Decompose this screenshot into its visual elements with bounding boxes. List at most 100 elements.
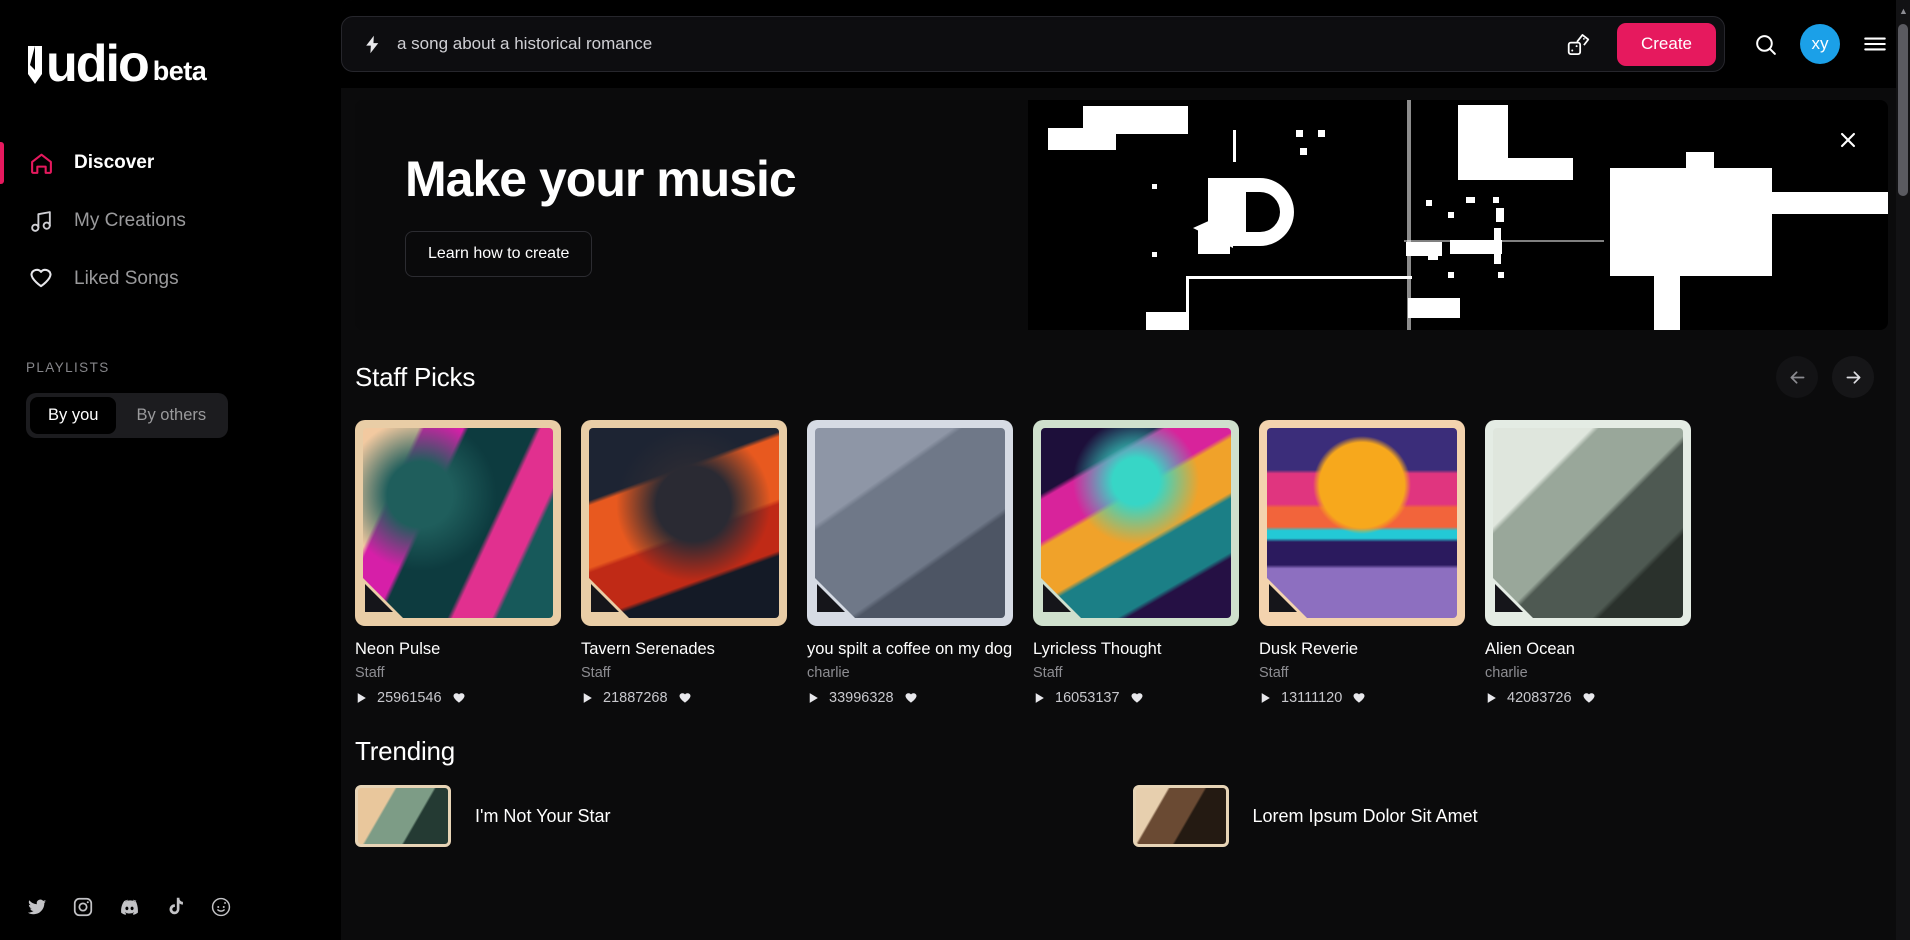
topbar: Create xy (341, 0, 1910, 88)
search-icon[interactable] (1753, 32, 1778, 57)
heart-icon[interactable] (1351, 691, 1367, 706)
trending-thumbnail (1132, 785, 1229, 847)
play-icon (807, 691, 820, 705)
learn-how-to-create-button[interactable]: Learn how to create (405, 231, 593, 278)
topbar-actions: xy (1753, 24, 1888, 64)
play-count: 42083726 (1507, 690, 1572, 706)
heart-icon[interactable] (1581, 691, 1597, 706)
heart-icon[interactable] (677, 691, 693, 706)
corner-fold-icon (815, 578, 855, 618)
avatar[interactable]: xy (1800, 24, 1840, 64)
close-icon[interactable] (1834, 126, 1862, 154)
trending-item[interactable]: Lorem Ipsum Dolor Sit Amet (1132, 785, 1910, 847)
playlists-section-label: PLAYLISTS (26, 360, 110, 375)
sidebar-item-discover[interactable]: Discover (0, 134, 341, 192)
song-author: charlie (807, 665, 850, 681)
tiktok-icon[interactable] (165, 896, 186, 917)
sidebar: udio beta Discover My Creations Liked So… (0, 0, 341, 940)
logo-beta-tag: beta (152, 56, 207, 86)
song-stats: 21887268 (581, 690, 787, 706)
album-art-frame[interactable] (1485, 420, 1691, 626)
trending-item-title: Lorem Ipsum Dolor Sit Amet (1252, 805, 1478, 826)
staff-picks-title: Staff Picks (355, 361, 476, 392)
page-title: Make your music (405, 150, 797, 207)
play-count: 25961546 (377, 690, 442, 706)
heart-icon[interactable] (903, 691, 919, 706)
playlist-filter-toggle: By you By others (26, 393, 229, 438)
song-card[interactable]: Alien Ocean charlie 42083726 (1485, 420, 1691, 706)
album-art-frame[interactable] (1259, 420, 1465, 626)
song-title: you spilt a coffee on my dog (807, 640, 1013, 658)
heart-icon[interactable] (451, 691, 467, 706)
app-root: udio beta Discover My Creations Liked So… (0, 0, 1910, 940)
trending-thumbnail (355, 785, 451, 847)
sidebar-item-my-creations[interactable]: My Creations (0, 192, 341, 250)
trending-item[interactable]: I'm Not Your Star (355, 785, 1133, 847)
playlist-filter-by-you[interactable]: By you (30, 397, 117, 434)
scrollbar-thumb[interactable] (1898, 24, 1908, 196)
app-logo[interactable]: udio beta (0, 18, 341, 90)
corner-fold-icon (1041, 578, 1081, 618)
reddit-icon[interactable] (210, 896, 232, 918)
song-card[interactable]: Lyricless Thought Staff 16053137 (1033, 420, 1239, 706)
content-scroll-area: Make your music Learn how to create Staf… (341, 88, 1910, 940)
song-author: Staff (581, 665, 611, 681)
play-icon (355, 691, 368, 705)
sidebar-item-label: Discover (74, 152, 155, 173)
page-scrollbar[interactable]: ▲ (1896, 0, 1910, 940)
album-art-frame[interactable] (581, 420, 787, 626)
heart-icon (28, 266, 54, 292)
play-count: 21887268 (603, 690, 668, 706)
prompt-bar[interactable]: Create (341, 16, 1725, 72)
play-icon (1485, 691, 1498, 705)
sidebar-item-label: My Creations (74, 210, 186, 231)
album-art-frame[interactable] (355, 420, 561, 626)
trending-grid: I'm Not Your Star Lorem Ipsum Dolor Sit … (341, 767, 1910, 847)
hamburger-menu-icon[interactable] (1862, 31, 1888, 57)
create-button[interactable]: Create (1616, 22, 1716, 66)
banner-abstract-graphic (1028, 100, 1888, 330)
song-stats: 16053137 (1033, 690, 1239, 706)
song-card[interactable]: Tavern Serenades Staff 21887268 (581, 420, 787, 706)
social-links (26, 895, 232, 918)
discord-icon[interactable] (118, 895, 141, 918)
udio-logo-mark (26, 44, 46, 88)
album-art-frame[interactable] (1033, 420, 1239, 626)
staff-picks-carousel[interactable]: Neon Pulse Staff 25961546 Tavern Serenades S… (341, 398, 1910, 706)
staff-picks-header: Staff Picks (341, 330, 1910, 398)
prompt-input[interactable] (397, 34, 1545, 54)
song-card[interactable]: you spilt a coffee on my dog charlie 33996… (807, 420, 1013, 706)
trending-item-title: I'm Not Your Star (475, 805, 611, 826)
corner-fold-icon (1493, 578, 1533, 618)
sidebar-item-liked-songs[interactable]: Liked Songs (0, 250, 341, 308)
dice-icon[interactable] (1559, 24, 1599, 64)
song-stats: 25961546 (355, 690, 561, 706)
banner-copy: Make your music Learn how to create (355, 150, 797, 278)
play-icon (1259, 691, 1272, 705)
song-stats: 42083726 (1485, 690, 1691, 706)
song-author: Staff (355, 665, 385, 681)
song-title: Lyricless Thought (1033, 640, 1162, 658)
play-icon (581, 691, 594, 705)
playlist-filter-by-others[interactable]: By others (118, 397, 224, 434)
twitter-icon[interactable] (26, 896, 48, 918)
song-stats: 13111120 (1259, 690, 1465, 706)
song-card[interactable]: Neon Pulse Staff 25961546 (355, 420, 561, 706)
play-count: 16053137 (1055, 690, 1120, 706)
album-art-frame[interactable] (807, 420, 1013, 626)
scroll-up-arrow[interactable]: ▲ (1899, 6, 1908, 16)
song-author: Staff (1259, 665, 1289, 681)
arrow-right-icon[interactable] (1832, 356, 1874, 398)
song-title: Alien Ocean (1485, 640, 1575, 658)
trending-column-left: I'm Not Your Star (355, 785, 1133, 847)
heart-icon[interactable] (1129, 691, 1145, 706)
trending-column-right: Lorem Ipsum Dolor Sit Amet (1132, 785, 1910, 847)
main-panel: Create xy (341, 0, 1910, 940)
corner-fold-icon (1267, 578, 1307, 618)
promo-banner: Make your music Learn how to create (355, 100, 1888, 330)
trending-title: Trending (355, 736, 456, 766)
song-card[interactable]: Dusk Reverie Staff 13111120 (1259, 420, 1465, 706)
arrow-left-icon[interactable] (1776, 356, 1818, 398)
sidebar-item-label: Liked Songs (74, 268, 179, 289)
instagram-icon[interactable] (72, 896, 94, 918)
